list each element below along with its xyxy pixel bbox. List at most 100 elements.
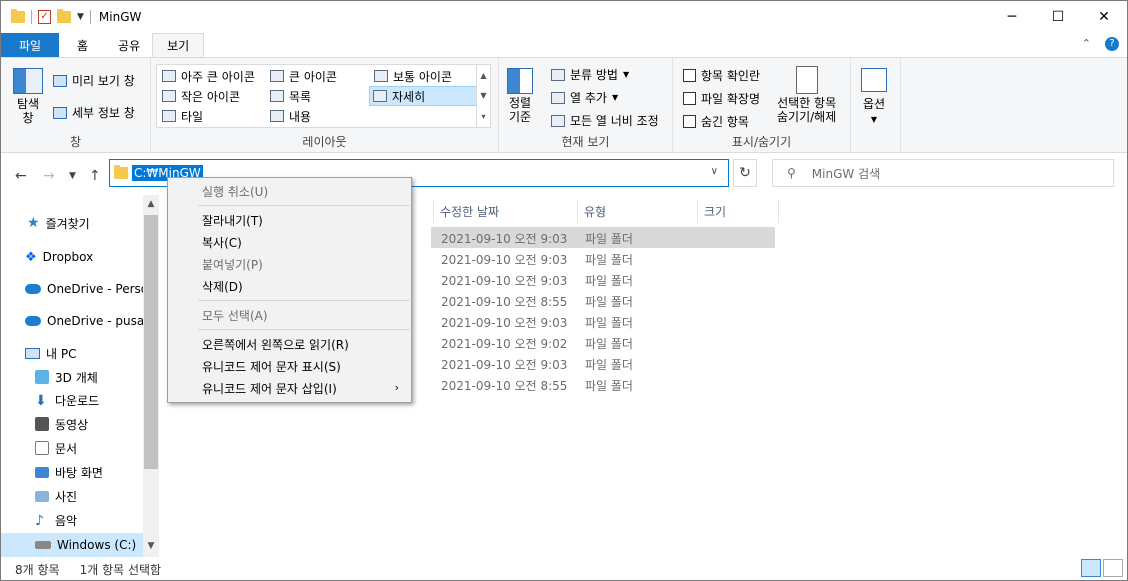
desktop-icon (35, 466, 49, 478)
nav-item-desktop[interactable]: 바탕 화면 (1, 460, 103, 484)
file-extensions-checkbox[interactable] (683, 92, 696, 105)
menu-item-copy[interactable]: 복사(C) (202, 234, 242, 254)
layout-extra-large-icons[interactable]: 아주 큰 아이콘 (159, 66, 258, 86)
nav-item-onedrive-pusan[interactable]: OneDrive - pusan (1, 309, 152, 333)
gallery-expand-icon[interactable]: ▾ (481, 112, 485, 121)
file-extensions-toggle[interactable]: 파일 확장명 (683, 90, 760, 107)
table-row[interactable]: 2021-09-10 오전 9:03 파일 폴더 (431, 269, 775, 290)
tab-share[interactable]: 공유 (106, 33, 152, 57)
minimize-button[interactable]: ─ (989, 1, 1035, 33)
details-view-icon[interactable] (1081, 559, 1101, 577)
back-arrow-icon[interactable]: ← (15, 168, 27, 184)
new-folder-icon[interactable] (57, 9, 71, 23)
layout-list[interactable]: 목록 (267, 86, 314, 106)
table-row[interactable]: 2021-09-10 오전 9:03 파일 폴더 (431, 353, 775, 374)
menu-item-cut[interactable]: 잘라내기(T) (202, 212, 263, 232)
column-type[interactable]: 유형 (577, 199, 697, 223)
help-icon[interactable]: ? (1105, 37, 1119, 51)
layout-content[interactable]: 내용 (267, 106, 314, 126)
layout-large-icons[interactable]: 큰 아이콘 (267, 66, 340, 86)
options-button[interactable]: 옵션 ▼ (861, 68, 887, 124)
menu-item-show-unicode[interactable]: 유니코드 제어 문자 표시(S) (202, 358, 341, 378)
row-date: 2021-09-10 오전 9:03 (441, 316, 568, 330)
menu-item-select-all[interactable]: 모두 선택(A) (202, 307, 268, 327)
row-type: 파일 폴더 (585, 295, 633, 309)
item-check-boxes-label: 항목 확인란 (701, 69, 761, 83)
table-row[interactable]: 2021-09-10 오전 8:55 파일 폴더 (431, 290, 775, 311)
nav-item-label: Dropbox (42, 250, 94, 264)
table-row[interactable]: 2021-09-10 오전 9:02 파일 폴더 (431, 332, 775, 353)
properties-icon[interactable]: ✓ (38, 10, 51, 24)
add-columns-button[interactable]: 열 추가 ▼ (551, 89, 618, 106)
item-check-boxes-checkbox[interactable] (683, 69, 696, 82)
menu-item-paste[interactable]: 붙여넣기(P) (202, 256, 263, 276)
search-box[interactable]: ⚲ MinGW 검색 (772, 159, 1114, 187)
preview-pane-button[interactable]: 미리 보기 창 (53, 72, 135, 89)
nav-item-this-pc[interactable]: 내 PC (1, 341, 76, 365)
nav-item-windows-c[interactable]: Windows (C:) (1, 533, 143, 557)
column-date-modified[interactable]: 수정한 날짜 (433, 199, 577, 223)
customize-toolbar-icon[interactable]: ▼ (77, 12, 84, 22)
chevron-down-icon[interactable]: ▼ (480, 91, 486, 100)
selection-count: 1개 항목 선택함 (79, 562, 162, 577)
search-input[interactable]: MinGW 검색 (812, 165, 880, 182)
size-all-columns-button[interactable]: 모든 열 너비 조정 (551, 112, 659, 129)
hide-selected-button[interactable]: 선택한 항목 숨기기/해제 (777, 66, 836, 124)
chevron-up-icon[interactable]: ▲ (480, 71, 486, 80)
nav-item-3d-objects[interactable]: 3D 개체 (1, 365, 98, 389)
up-arrow-icon[interactable]: ↑ (89, 168, 101, 184)
tab-file[interactable]: 파일 (1, 33, 59, 57)
group-by-button[interactable]: 분류 방법 ▼ (551, 66, 629, 83)
table-row[interactable]: 2021-09-10 오전 8:55 파일 폴더 (431, 374, 775, 395)
column-header-label: 유형 (584, 204, 607, 219)
details-pane-button[interactable]: 세부 정보 창 (53, 104, 135, 121)
menu-item-rtl-reading[interactable]: 오른쪽에서 왼쪽으로 읽기(R) (202, 336, 349, 356)
layout-tiles[interactable]: 타일 (159, 106, 206, 126)
chevron-up-icon[interactable]: ⌃ (1082, 37, 1091, 51)
chevron-down-icon[interactable]: ▼ (143, 541, 159, 551)
tab-home[interactable]: 홈 (59, 33, 106, 57)
layout-details[interactable]: 자세히 (369, 86, 477, 106)
size-columns-icon (551, 114, 565, 127)
scrollbar-thumb[interactable] (144, 215, 158, 469)
view-switcher (1081, 559, 1123, 577)
table-row[interactable]: 2021-09-10 오전 9:03 파일 폴더 (431, 248, 775, 269)
layout-item-label: 작은 아이콘 (181, 89, 241, 104)
nav-item-onedrive-personal[interactable]: OneDrive - Person (1, 277, 156, 301)
menu-item-insert-unicode[interactable]: 유니코드 제어 문자 삽입(I) (202, 380, 337, 400)
navigation-pane-button[interactable]: 탐색 창 (13, 68, 43, 125)
layout-small-icons[interactable]: 작은 아이콘 (159, 86, 243, 106)
close-button[interactable]: ✕ (1081, 1, 1127, 33)
nav-item-downloads[interactable]: ⬇ 다운로드 (1, 388, 99, 412)
gallery-scroll[interactable]: ▲ ▼ ▾ (476, 65, 490, 127)
layout-medium-icons[interactable]: 보통 아이콘 (371, 66, 455, 86)
hidden-items-toggle[interactable]: 숨긴 항목 (683, 113, 749, 130)
nav-pane-scrollbar[interactable]: ▲ ▼ (143, 195, 159, 557)
nav-item-videos[interactable]: 동영상 (1, 412, 88, 436)
tab-view[interactable]: 보기 (152, 33, 205, 57)
row-date: 2021-09-10 오전 9:03 (441, 274, 568, 288)
column-size[interactable]: 크기 (697, 199, 779, 223)
menu-item-undo[interactable]: 실행 취소(U) (202, 183, 268, 203)
maximize-button[interactable]: ☐ (1035, 1, 1081, 33)
table-row[interactable]: 2021-09-10 오전 9:03 파일 폴더 (431, 311, 775, 332)
nav-item-pictures[interactable]: 사진 (1, 484, 77, 508)
layout-item-label: 아주 큰 아이콘 (181, 69, 255, 84)
menu-item-delete[interactable]: 삭제(D) (202, 278, 243, 298)
chevron-up-icon[interactable]: ▲ (143, 199, 159, 209)
nav-item-documents[interactable]: 문서 (1, 436, 77, 460)
chevron-down-icon[interactable]: ∨ (711, 166, 718, 177)
hidden-items-checkbox[interactable] (683, 115, 696, 128)
refresh-button[interactable]: ↻ (733, 159, 757, 187)
nav-item-music[interactable]: ♪ 음악 (1, 508, 77, 532)
row-date: 2021-09-10 오전 9:03 (441, 253, 568, 267)
large-icons-view-icon[interactable] (1103, 559, 1123, 577)
nav-item-favorites[interactable]: ★ 즐겨찾기 (1, 211, 90, 235)
nav-item-dropbox[interactable]: ❖ Dropbox (1, 245, 93, 269)
sort-by-button[interactable]: 정렬 기준 (507, 68, 533, 124)
item-check-boxes-toggle[interactable]: 항목 확인란 (683, 67, 760, 84)
table-row[interactable]: 2021-09-10 오전 9:03 파일 폴더 (431, 227, 775, 248)
nav-item-label: 즐겨찾기 (45, 216, 90, 231)
recent-locations-icon[interactable]: ▼ (69, 171, 76, 181)
forward-arrow-icon[interactable]: → (43, 168, 55, 184)
